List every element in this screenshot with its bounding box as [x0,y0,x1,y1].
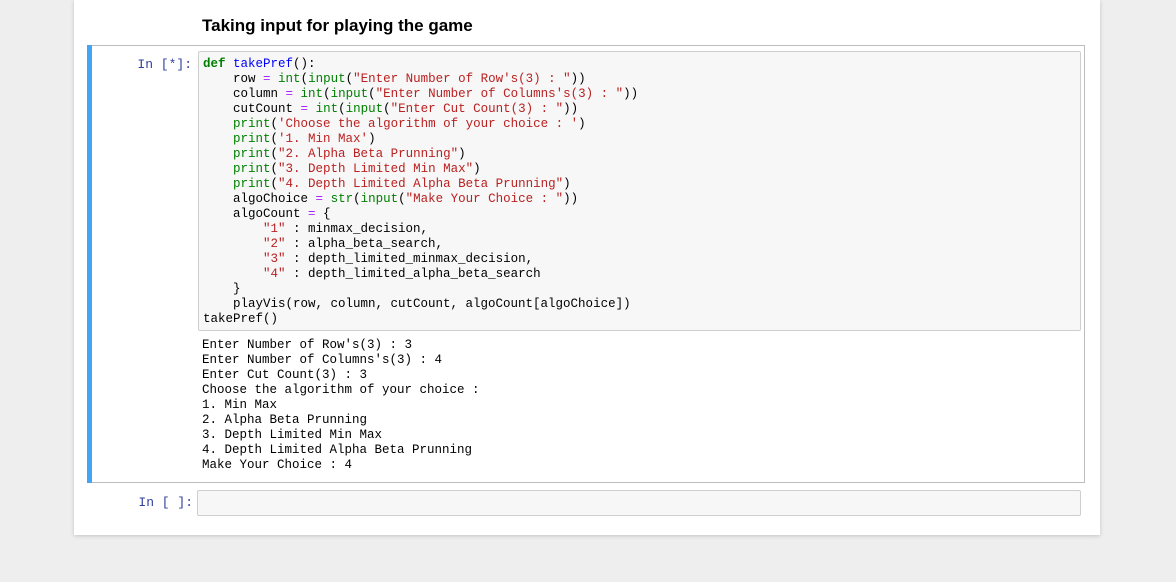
code-line: "2" : alpha_beta_search, [263,237,444,251]
code-line: print("2. Alpha Beta Prunning") [233,147,466,161]
code-line: row = int(input("Enter Number of Row's(3… [203,72,586,86]
cell-output: Enter Number of Row's(3) : 3 Enter Numbe… [202,338,487,473]
output-line: Enter Number of Row's(3) : 3 [202,338,413,352]
output-line: Make Your Choice : 4 [202,458,353,472]
input-prompt-empty: In [ ]: [138,495,193,510]
code-line: playVis(row, column, cutCount, algoCount… [203,297,631,311]
code-line: print("3. Depth Limited Min Max") [233,162,481,176]
code-line: print("4. Depth Limited Alpha Beta Prunn… [233,177,571,191]
code-line: column = int(input("Enter Number of Colu… [203,87,639,101]
code-line: print('Choose the algorithm of your choi… [233,117,586,131]
code-source[interactable]: def takePref(): row = int(input("Enter N… [199,52,1080,332]
output-line: Choose the algorithm of your choice : [202,383,488,397]
empty-code-editor[interactable] [197,490,1081,516]
code-editor[interactable]: def takePref(): row = int(input("Enter N… [198,51,1081,331]
code-line: def takePref(): [203,57,316,71]
code-cell-running[interactable]: In [*]: def takePref(): row = int(input(… [87,45,1085,483]
code-line: "1" : minmax_decision, [263,222,429,236]
notebook-container: Taking input for playing the game In [*]… [74,0,1100,535]
code-line: takePref() [203,312,279,326]
output-line: 3. Depth Limited Min Max [202,428,383,442]
code-line: print('1. Min Max') [233,132,376,146]
output-line: Enter Number of Columns's(3) : 4 [202,353,443,367]
code-line: algoChoice = str(input("Make Your Choice… [203,192,579,206]
output-line: Enter Cut Count(3) : 3 [202,368,368,382]
code-line: } [203,282,241,296]
code-line: "4" : depth_limited_alpha_beta_search [263,267,541,281]
code-line: cutCount = int(input("Enter Cut Count(3)… [203,102,579,116]
selected-cell-indicator [87,45,92,483]
output-line: 1. Min Max [202,398,278,412]
input-prompt: In [*]: [137,57,192,72]
section-heading: Taking input for playing the game [202,16,473,35]
markdown-cell[interactable]: Taking input for playing the game [202,16,473,36]
output-line: 4. Depth Limited Alpha Beta Prunning [202,443,473,457]
code-line: algoCount = { [203,207,331,221]
code-line: "3" : depth_limited_minmax_decision, [263,252,534,266]
code-cell-empty[interactable]: In [ ]: [87,488,1085,518]
output-line: 2. Alpha Beta Prunning [202,413,368,427]
